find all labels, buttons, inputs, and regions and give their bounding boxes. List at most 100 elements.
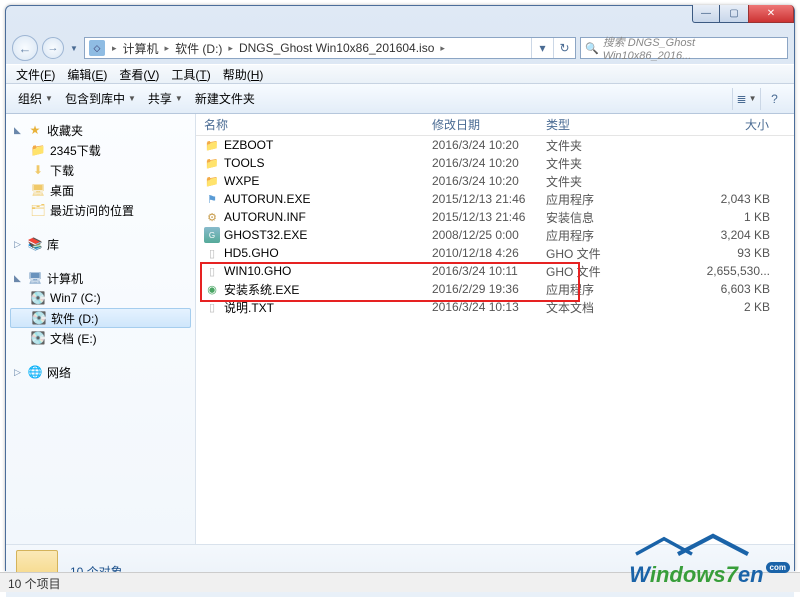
file-date: 2016/3/24 10:11 (424, 264, 538, 278)
tree-label: 库 (47, 236, 59, 253)
file-date: 2015/12/13 21:46 (424, 210, 538, 224)
file-icon: G (204, 227, 220, 243)
file-list: 名称 修改日期 类型 大小 📁EZBOOT2016/3/24 10:20文件夹📁… (196, 114, 794, 544)
file-row[interactable]: ▯说明.TXT2016/3/24 10:13文本文档2 KB (196, 298, 794, 316)
file-row[interactable]: 📁WXPE2016/3/24 10:20文件夹 (196, 172, 794, 190)
file-icon: ▯ (204, 245, 220, 261)
organize-button[interactable]: 组织▼ (12, 84, 59, 113)
file-type: 安装信息 (538, 209, 626, 226)
file-name: AUTORUN.EXE (224, 192, 310, 206)
file-type: 文件夹 (538, 137, 626, 154)
drive-icon: 💽 (30, 330, 46, 346)
expand-icon[interactable]: ▷ (12, 239, 23, 250)
column-type[interactable]: 类型 (538, 116, 626, 133)
minimize-button[interactable]: — (692, 5, 720, 23)
file-date: 2016/3/24 10:20 (424, 174, 538, 188)
search-placeholder: 搜索 DNGS_Ghost Win10x86_2016... (603, 34, 783, 62)
file-date: 2015/12/13 21:46 (424, 192, 538, 206)
chevron-right-icon[interactable]: ▸ (162, 43, 173, 54)
favorites-tree-root[interactable]: ◣ ★ 收藏夹 (6, 120, 195, 140)
status-text: 10 个项目 (8, 577, 61, 591)
file-type: 应用程序 (538, 227, 626, 244)
column-size[interactable]: 大小 (626, 116, 794, 133)
collapse-icon[interactable]: ◣ (12, 125, 23, 136)
network-tree-root[interactable]: ▷ 🌐 网络 (6, 362, 195, 382)
menu-e[interactable]: 编辑(E) (61, 66, 113, 83)
file-size: 2 KB (626, 300, 794, 314)
breadcrumb-segment[interactable]: 计算机 (120, 38, 162, 58)
column-date[interactable]: 修改日期 (424, 116, 538, 133)
file-row[interactable]: ▯WIN10.GHO2016/3/24 10:11GHO 文件2,655,530… (196, 262, 794, 280)
location-icon: ◇ (89, 40, 105, 56)
sidebar-item[interactable]: 🖥桌面 (6, 180, 195, 200)
toolbar: 组织▼ 包含到库中▼ 共享▼ 新建文件夹 ≣▼ ? (6, 84, 794, 114)
file-size: 93 KB (626, 246, 794, 260)
dropdown-icon[interactable]: ▾ (531, 38, 553, 58)
collapse-icon[interactable]: ◣ (12, 273, 23, 284)
view-mode-button[interactable]: ≣▼ (732, 88, 760, 110)
libraries-tree-root[interactable]: ▷ 📚 库 (6, 234, 195, 254)
file-row[interactable]: ⚙AUTORUN.INF2015/12/13 21:46安装信息1 KB (196, 208, 794, 226)
address-bar[interactable]: ◇ ▸ 计算机 ▸ 软件 (D:) ▸ DNGS_Ghost Win10x86_… (84, 37, 576, 59)
file-row[interactable]: ◉安装系统.EXE2016/2/29 19:36应用程序6,603 KB (196, 280, 794, 298)
file-row[interactable]: GGHOST32.EXE2008/12/25 0:00应用程序3,204 KB (196, 226, 794, 244)
forward-button[interactable]: → (42, 37, 64, 59)
file-row[interactable]: 📁TOOLS2016/3/24 10:20文件夹 (196, 154, 794, 172)
maximize-button[interactable]: ▢ (720, 5, 748, 23)
file-type: 文件夹 (538, 155, 626, 172)
column-name[interactable]: 名称 (196, 116, 424, 133)
network-icon: 🌐 (27, 364, 43, 380)
breadcrumb-segment[interactable]: DNGS_Ghost Win10x86_201604.iso (236, 38, 437, 58)
file-date: 2016/3/24 10:13 (424, 300, 538, 314)
file-name: TOOLS (224, 156, 264, 170)
tree-label: 2345下载 (50, 142, 101, 159)
back-button[interactable]: ← (12, 35, 38, 61)
file-row[interactable]: ⚑AUTORUN.EXE2015/12/13 21:46应用程序2,043 KB (196, 190, 794, 208)
tree-label: 下载 (50, 162, 74, 179)
close-button[interactable]: ✕ (748, 5, 794, 23)
menubar: 文件(F)编辑(E)查看(V)工具(T)帮助(H) (6, 64, 794, 84)
help-button[interactable]: ? (760, 88, 788, 110)
computer-tree-root[interactable]: ◣ 🖥 计算机 (6, 268, 195, 288)
menu-t[interactable]: 工具(T) (165, 66, 216, 83)
nav-row: ← → ▼ ◇ ▸ 计算机 ▸ 软件 (D:) ▸ DNGS_Ghost Win… (6, 32, 794, 64)
file-date: 2008/12/25 0:00 (424, 228, 538, 242)
file-icon: 📁 (204, 173, 220, 189)
sidebar-item[interactable]: ⬇下载 (6, 160, 195, 180)
item-icon: ⬇ (30, 162, 46, 178)
include-in-library-button[interactable]: 包含到库中▼ (59, 84, 142, 113)
file-type: GHO 文件 (538, 263, 626, 280)
file-name: AUTORUN.INF (224, 210, 306, 224)
tree-label: 文档 (E:) (50, 330, 97, 347)
menu-v[interactable]: 查看(V) (113, 66, 165, 83)
sidebar-item[interactable]: 📁2345下载 (6, 140, 195, 160)
favorites-icon: ★ (27, 122, 43, 138)
refresh-button[interactable]: ↻ (553, 38, 575, 58)
explorer-window: — ▢ ✕ ← → ▼ ◇ ▸ 计算机 ▸ 软件 (D:) ▸ DNGS_Gho… (5, 5, 795, 571)
sidebar-drive[interactable]: 💽软件 (D:) (10, 308, 191, 328)
file-size: 2,655,530... (626, 264, 794, 278)
tree-label: 收藏夹 (47, 122, 83, 139)
tree-label: 网络 (47, 364, 71, 381)
menu-f[interactable]: 文件(F) (10, 66, 61, 83)
chevron-right-icon[interactable]: ▸ (225, 43, 236, 54)
expand-icon[interactable]: ▷ (12, 367, 23, 378)
file-icon: 📁 (204, 155, 220, 171)
library-icon: 📚 (27, 236, 43, 252)
chevron-right-icon[interactable]: ▸ (437, 43, 448, 54)
sidebar-drive[interactable]: 💽文档 (E:) (6, 328, 195, 348)
file-row[interactable]: ▯HD5.GHO2010/12/18 4:26GHO 文件93 KB (196, 244, 794, 262)
breadcrumb-segment[interactable]: 软件 (D:) (172, 38, 225, 58)
new-folder-button[interactable]: 新建文件夹 (189, 84, 261, 113)
navigation-pane: ◣ ★ 收藏夹 📁2345下载⬇下载🖥桌面🗂最近访问的位置 ▷ 📚 库 ◣ 🖥 … (6, 114, 196, 544)
sidebar-drive[interactable]: 💽Win7 (C:) (6, 288, 195, 308)
file-name: 说明.TXT (224, 299, 274, 316)
file-size: 2,043 KB (626, 192, 794, 206)
menu-h[interactable]: 帮助(H) (217, 66, 270, 83)
file-row[interactable]: 📁EZBOOT2016/3/24 10:20文件夹 (196, 136, 794, 154)
share-button[interactable]: 共享▼ (142, 84, 189, 113)
sidebar-item[interactable]: 🗂最近访问的位置 (6, 200, 195, 220)
search-input[interactable]: 🔍 搜索 DNGS_Ghost Win10x86_2016... (580, 37, 788, 59)
history-dropdown[interactable]: ▼ (68, 35, 80, 61)
chevron-right-icon[interactable]: ▸ (109, 43, 120, 54)
